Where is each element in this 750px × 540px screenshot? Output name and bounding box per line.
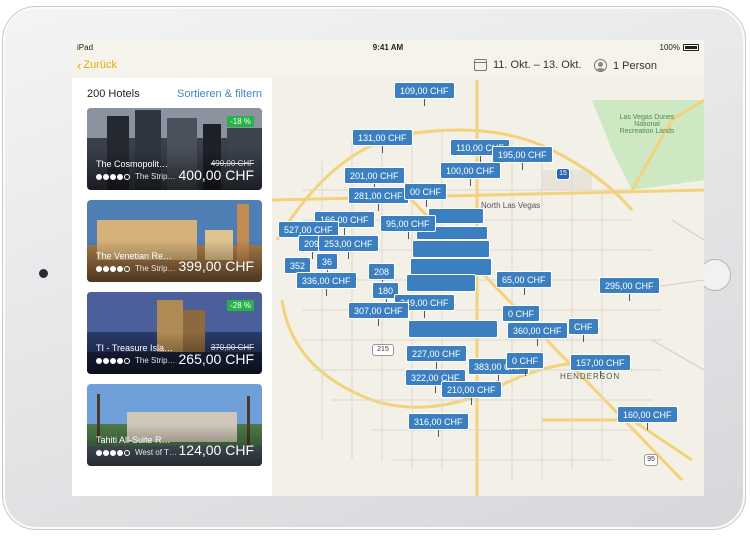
hotel-price-pin[interactable]: 210,00 CHF <box>441 381 502 405</box>
hotel-price-pin[interactable]: 0 CHF <box>506 352 545 376</box>
hotel-price-pin[interactable]: 100,00 CHF <box>440 162 501 186</box>
hotel-price-pin[interactable]: 157,00 CHF <box>570 354 631 378</box>
hotel-price-pin[interactable]: 253,00 CHF <box>318 235 379 259</box>
calendar-icon <box>474 59 487 71</box>
screen: 215 15 95 North Las Vegas HENDERSON Las … <box>72 40 704 496</box>
hotel-price-pin[interactable]: 208 <box>368 263 396 287</box>
back-button[interactable]: ‹ Zurück <box>77 57 117 73</box>
chevron-left-icon: ‹ <box>77 57 82 73</box>
rating-dots-icon <box>96 265 131 272</box>
hotel-name: TI - Treasure Isla… <box>96 343 174 353</box>
hotel-price: 265,00 CHF <box>178 351 254 367</box>
guests-button[interactable]: 1 Person <box>594 59 657 72</box>
hotel-price-pin[interactable]: 0 CHF <box>502 305 541 329</box>
back-label: Zurück <box>83 59 117 71</box>
hotel-card[interactable] <box>87 476 262 496</box>
pin-cluster[interactable] <box>408 320 498 338</box>
hotel-price-pin[interactable]: 36 <box>316 253 339 277</box>
hotel-price-pin[interactable]: 281,00 CHF <box>348 187 409 211</box>
rating-dots-icon <box>96 357 131 364</box>
discount-badge: -28 % <box>227 300 254 311</box>
hotel-price-pin[interactable]: 00 CHF <box>404 183 448 207</box>
battery-icon <box>683 44 699 51</box>
hotel-price-pin[interactable]: 160,00 CHF <box>617 406 678 430</box>
discount-badge: -18 % <box>227 116 254 127</box>
hotel-list-panel: 200 Hotels Sortieren & filtern -18 % The… <box>72 78 272 496</box>
hotel-name: Tahiti All-Suite R… <box>96 435 171 445</box>
hotel-price-pin[interactable]: 227,00 CHF <box>406 345 467 369</box>
map-label-henderson: HENDERSON <box>560 372 621 381</box>
hotel-card[interactable]: -28 % TI - Treasure Isla… The Strip… 370… <box>87 292 262 374</box>
hotel-price: 124,00 CHF <box>178 442 254 458</box>
hotel-price-pin[interactable]: 316,00 CHF <box>408 413 469 437</box>
hotel-meta: West of T… <box>96 448 177 457</box>
guests-label: 1 Person <box>613 59 658 72</box>
hotel-card[interactable]: -18 % The Cosmopolit… The Strip… 490,00 … <box>87 108 262 190</box>
clock: 9:41 AM <box>372 43 404 52</box>
hotel-price-pin[interactable]: 336,00 CHF <box>296 272 357 296</box>
hotel-price-pin[interactable]: 295,00 CHF <box>599 277 660 301</box>
hotel-price-pin[interactable]: 307,00 CHF <box>348 302 409 326</box>
hotel-price-pin[interactable]: 195,00 CHF <box>492 146 553 170</box>
date-range-button[interactable]: 11. Okt. – 13. Okt. <box>474 59 581 71</box>
hotel-price-pin[interactable]: 65,00 CHF <box>496 271 552 295</box>
route-95-shield: 95 <box>644 454 658 466</box>
panel-header: 200 Hotels Sortieren & filtern <box>72 78 272 108</box>
person-icon <box>594 59 607 72</box>
pin-cluster[interactable] <box>412 240 490 258</box>
route-15-shield: 15 <box>556 168 570 180</box>
rating-dots-icon <box>96 173 131 180</box>
hotel-price-pin[interactable]: CHF <box>568 318 599 342</box>
route-215-shield: 215 <box>372 344 394 356</box>
battery-label: 100% <box>659 43 680 52</box>
hotel-name: The Cosmopolit… <box>96 159 169 169</box>
date-range-label: 11. Okt. – 13. Okt. <box>493 59 582 71</box>
hotel-price-pin[interactable]: 109,00 CHF <box>394 82 455 106</box>
rating-dots-icon <box>96 449 131 456</box>
hotel-location: The Strip… <box>135 172 176 181</box>
nav-bar: ‹ Zurück 11. Okt. – 13. Okt. 1 Person <box>72 54 704 78</box>
map-label-park: Las Vegas Dunes National Recreation Land… <box>619 114 675 135</box>
hotel-photo <box>87 476 262 496</box>
hotel-price: 400,00 CHF <box>178 167 254 183</box>
hotel-meta: The Strip… <box>96 172 175 181</box>
hotel-card[interactable]: Tahiti All-Suite R… West of T… 124,00 CH… <box>87 384 262 466</box>
hotel-meta: The Strip… <box>96 264 175 273</box>
hotel-price-pin[interactable]: 201,00 CHF <box>344 167 405 191</box>
hotel-price-pin[interactable]: 95,00 CHF <box>380 215 436 239</box>
hotel-meta: The Strip… <box>96 356 175 365</box>
hotel-name: The Venetian Re… <box>96 251 173 261</box>
map-label-north-las-vegas: North Las Vegas <box>481 201 541 210</box>
camera-icon <box>39 269 48 278</box>
hotel-price: 399,00 CHF <box>178 258 254 274</box>
pin-cluster[interactable] <box>428 208 484 224</box>
hotel-location: West of T… <box>135 448 177 457</box>
hotel-price-pin[interactable]: 131,00 CHF <box>352 129 413 153</box>
hotel-price-pin[interactable]: 360,00 CHF <box>507 322 568 346</box>
hotel-location: The Strip… <box>135 356 176 365</box>
hotel-count: 200 Hotels <box>87 88 140 100</box>
hotel-location: The Strip… <box>135 264 176 273</box>
pin-cluster[interactable] <box>406 274 476 292</box>
status-bar: iPad 9:41 AM 100% <box>72 40 704 54</box>
hotel-card[interactable]: The Venetian Re… The Strip… 399,00 CHF <box>87 200 262 282</box>
sort-filter-button[interactable]: Sortieren & filtern <box>177 88 262 100</box>
